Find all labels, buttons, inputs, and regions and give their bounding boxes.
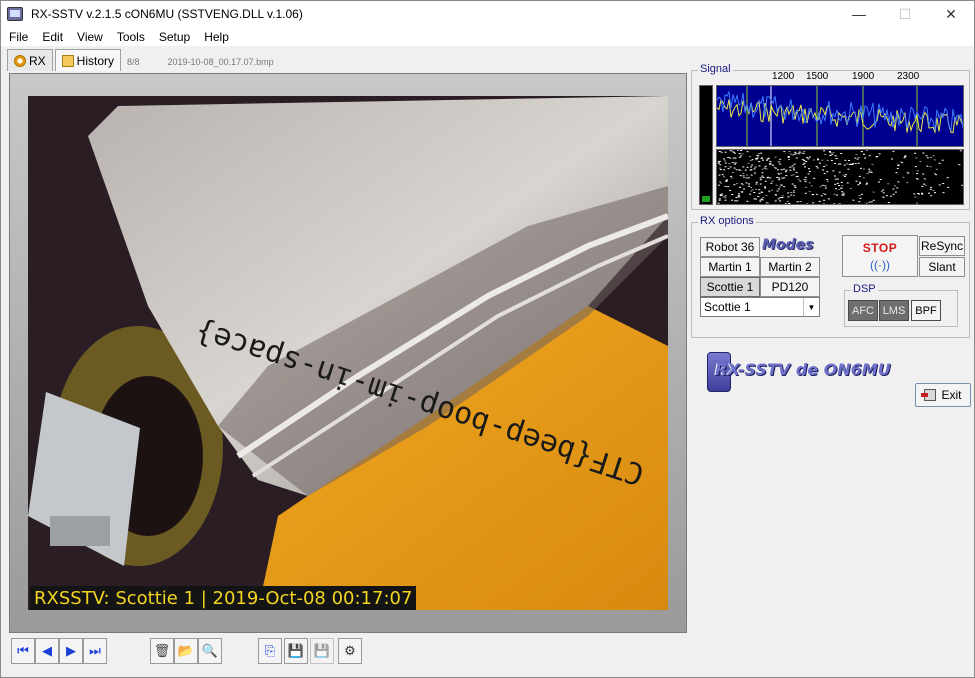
close-button[interactable]: ✕: [928, 1, 974, 27]
delete-button[interactable]: 🗑: [150, 638, 174, 664]
scale-1900: 1900: [852, 71, 875, 82]
last-image-button[interactable]: ⏭: [83, 638, 107, 664]
exit-door-icon: [921, 389, 937, 401]
menu-bar: File Edit View Tools Setup Help: [1, 27, 974, 46]
signal-level-meter: [699, 85, 713, 205]
signal-level-fill: [702, 196, 710, 202]
menu-file[interactable]: File: [1, 30, 35, 44]
waterfall-graph: [717, 150, 963, 204]
mode-martin2-button[interactable]: Martin 2: [760, 257, 820, 277]
mode-martin1-button[interactable]: Martin 1: [700, 257, 760, 277]
resync-button[interactable]: ReSync: [919, 236, 965, 256]
title-bar[interactable]: RX-SSTV v.2.1.5 cON6MU (SSTVENG.DLL v.1.…: [1, 1, 974, 27]
chevron-down-icon[interactable]: ▼: [803, 298, 819, 316]
tab-history-label: History: [76, 53, 115, 68]
menu-edit[interactable]: Edit: [35, 30, 70, 44]
menu-tools[interactable]: Tools: [110, 30, 152, 44]
menu-view[interactable]: View: [70, 30, 110, 44]
app-window: RX-SSTV v.2.1.5 cON6MU (SSTVENG.DLL v.1.…: [0, 0, 975, 678]
tab-rx[interactable]: RX: [7, 49, 53, 71]
rx-options-label: RX options: [698, 215, 756, 227]
scale-2300: 2300: [897, 71, 920, 82]
modes-logo: Modes: [762, 237, 814, 253]
zoom-button[interactable]: 🔍: [198, 638, 222, 664]
image-panel: CTF{beep-boop-im-in-space} RXSSTV: Scott…: [9, 73, 687, 633]
scale-1500: 1500: [806, 71, 829, 82]
mode-scottie1-button[interactable]: Scottie 1: [700, 277, 760, 297]
open-folder-button[interactable]: 📂: [174, 638, 198, 664]
spectrum-graph: [717, 86, 963, 146]
image-caption: RXSSTV: Scottie 1 | 2019-Oct-08 00:17:07: [30, 586, 417, 610]
dsp-label: DSP: [851, 283, 878, 295]
slant-button[interactable]: Slant: [919, 257, 965, 277]
rx-sstv-logo: RX-SSTV de ON6MU: [707, 348, 907, 394]
menu-setup[interactable]: Setup: [152, 30, 197, 44]
save-button[interactable]: 💾: [284, 638, 308, 664]
signal-label: Signal: [698, 63, 733, 75]
tab-rx-label: RX: [29, 53, 46, 68]
next-image-button[interactable]: ▶: [59, 638, 83, 664]
rx-options-group: RX options Robot 36 Modes Martin 1 Marti…: [691, 215, 970, 338]
stop-label: STOP: [862, 240, 898, 255]
waterfall-display[interactable]: [716, 149, 964, 205]
exit-button[interactable]: Exit: [915, 383, 971, 407]
mode-robot36-button[interactable]: Robot 36: [700, 237, 760, 257]
save-as-button: 💾: [310, 638, 334, 664]
signal-group: Signal 1200 1500 1900 2300: [691, 63, 970, 210]
previous-image-button[interactable]: ◀: [35, 638, 59, 664]
afc-toggle[interactable]: AFC: [848, 300, 878, 321]
settings-button[interactable]: ⚙: [338, 638, 362, 664]
history-filename: 2019-10-08_00.17.07.bmp: [167, 57, 274, 67]
logo-text: RX-SSTV de ON6MU: [715, 360, 891, 379]
received-image-picture: CTF{beep-boop-im-in-space}: [28, 96, 668, 610]
tab-bar: RX History 8/8 2019-10-08_00.17.07.bmp: [1, 47, 691, 71]
bpf-toggle[interactable]: BPF: [911, 300, 941, 321]
lms-toggle[interactable]: LMS: [879, 300, 909, 321]
app-icon[interactable]: [7, 7, 23, 21]
dsp-group: DSP AFC LMS BPF: [844, 283, 958, 327]
frequency-scale: 1200 1500 1900 2300: [772, 71, 962, 85]
history-count: 8/8: [127, 57, 140, 67]
folder-icon: [61, 54, 74, 67]
image-toolbar: ⏮ ◀ ▶ ⏭ 🗑 📂 🔍 ⎘ 💾 💾 ⚙: [9, 638, 689, 666]
menu-help[interactable]: Help: [197, 30, 236, 44]
antenna-icon: ((·)): [870, 257, 890, 272]
mode-pd120-button[interactable]: PD120: [760, 277, 820, 297]
tab-history[interactable]: History: [54, 49, 122, 71]
gear-icon: [14, 54, 26, 67]
window-title: RX-SSTV v.2.1.5 cON6MU (SSTVENG.DLL v.1.…: [31, 7, 303, 21]
maximize-button: ☐: [898, 5, 912, 22]
received-image[interactable]: CTF{beep-boop-im-in-space} RXSSTV: Scott…: [28, 96, 668, 610]
copy-button[interactable]: ⎘: [258, 638, 282, 664]
exit-label: Exit: [941, 388, 962, 402]
scale-1200: 1200: [772, 71, 795, 82]
minimize-button[interactable]: —: [836, 1, 882, 27]
first-image-button[interactable]: ⏮: [11, 638, 35, 664]
stop-button[interactable]: STOP ((·)): [842, 235, 918, 277]
mode-select[interactable]: Scottie 1 ▼: [700, 297, 820, 317]
mode-select-value: Scottie 1: [704, 300, 751, 314]
spectrum-display[interactable]: [716, 85, 964, 147]
window-controls: — ☐ ✕: [836, 1, 974, 27]
